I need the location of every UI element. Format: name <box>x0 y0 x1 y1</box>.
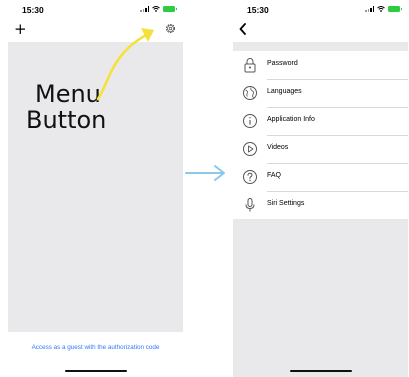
microphone-icon <box>245 198 255 212</box>
globe-icon <box>243 86 257 100</box>
lock-icon <box>244 58 256 73</box>
settings-item-label: Siri Settings <box>267 200 305 207</box>
back-chevron-icon[interactable] <box>238 23 248 35</box>
status-icons <box>365 6 402 12</box>
settings-item-faq[interactable]: FAQ <box>233 163 408 191</box>
status-icons <box>140 6 177 12</box>
settings-item-label: FAQ <box>267 172 282 179</box>
guest-access-link[interactable]: Access as a guest with the authorization… <box>8 344 183 351</box>
nav-bar <box>233 20 408 42</box>
wifi-icon <box>152 6 160 12</box>
signal-icon <box>365 6 374 12</box>
battery-icon <box>163 6 177 12</box>
home-indicator <box>289 369 352 372</box>
settings-list: Password Languages Application Info Vide… <box>233 51 408 219</box>
question-icon <box>243 170 257 184</box>
gear-icon[interactable] <box>164 22 177 35</box>
settings-item-label: Application Info <box>267 116 315 123</box>
nav-bar: + <box>8 20 183 42</box>
annotation-label-menu: Menu <box>35 80 101 108</box>
status-time: 15:30 <box>247 5 269 15</box>
settings-item-languages[interactable]: Languages <box>233 79 408 107</box>
annotation-label-button: Button <box>26 106 107 134</box>
settings-item-siri-settings[interactable]: Siri Settings <box>233 191 408 219</box>
settings-item-application-info[interactable]: Application Info <box>233 107 408 135</box>
settings-item-label: Videos <box>267 144 289 151</box>
status-bar: 15:30 <box>233 0 408 20</box>
status-bar: 15:30 <box>8 0 183 20</box>
wifi-icon <box>377 6 385 12</box>
battery-icon <box>388 6 402 12</box>
status-time: 15:30 <box>22 5 44 15</box>
signal-icon <box>140 6 149 12</box>
flow-arrow-icon <box>185 165 225 181</box>
settings-item-label: Password <box>267 60 298 67</box>
home-screen: 15:30 + Menu Button Access as a guest wi… <box>8 0 183 377</box>
play-icon <box>243 142 257 156</box>
home-indicator <box>64 369 127 372</box>
settings-item-label: Languages <box>267 88 302 95</box>
settings-screen: 15:30 Password Languages Application Inf… <box>233 0 408 377</box>
add-button[interactable]: + <box>14 21 27 37</box>
settings-item-password[interactable]: Password <box>233 51 408 79</box>
info-icon <box>243 114 257 128</box>
settings-item-videos[interactable]: Videos <box>233 135 408 163</box>
